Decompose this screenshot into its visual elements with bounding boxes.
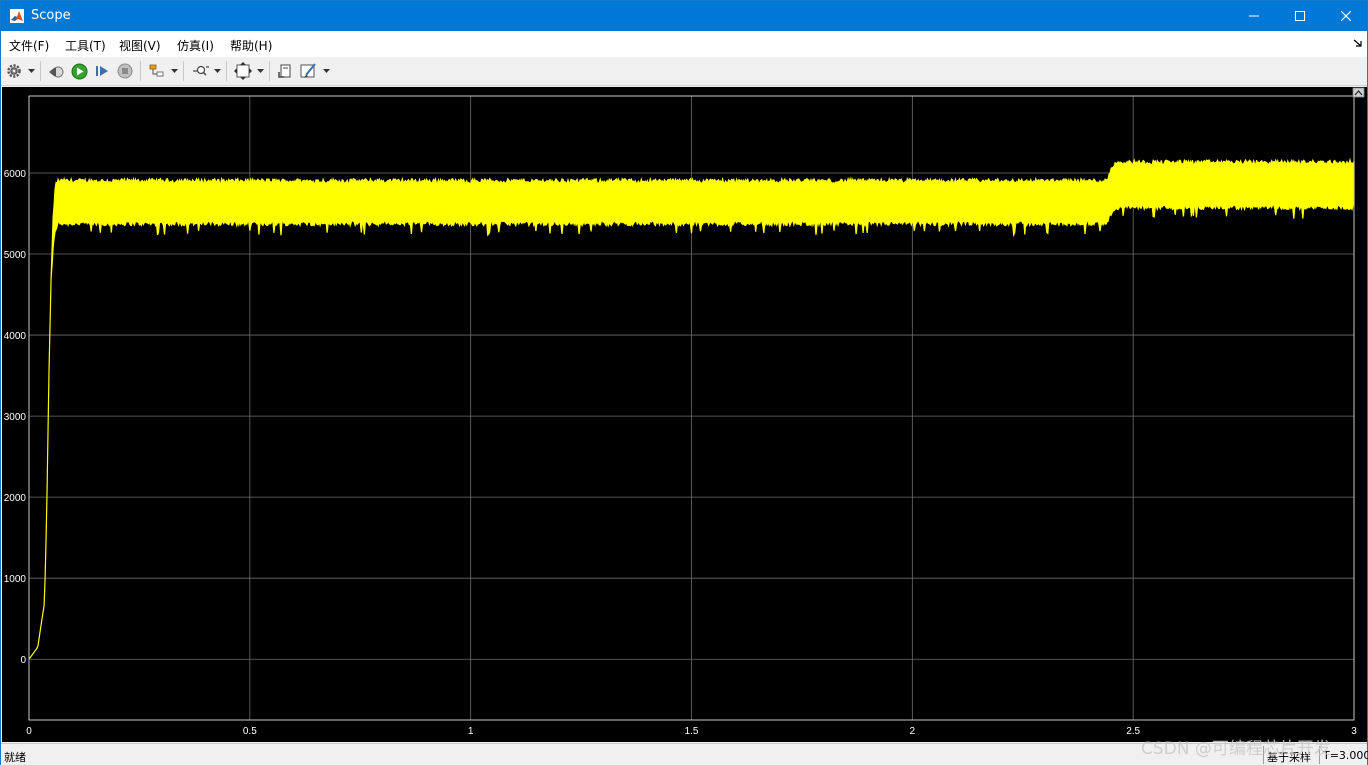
y-tick-label: 2000 bbox=[4, 493, 27, 504]
y-tick-label: 4000 bbox=[4, 331, 27, 342]
highlight-block-icon bbox=[149, 64, 163, 77]
chevron-down-icon[interactable] bbox=[171, 68, 178, 74]
watermark: CSDN @可编程芯片开发 bbox=[1141, 739, 1331, 759]
window-title: Scope bbox=[31, 8, 71, 23]
minimize-button[interactable] bbox=[1231, 1, 1277, 31]
restore-layout-icon bbox=[278, 64, 291, 78]
toolbar-separator bbox=[40, 61, 41, 81]
menu-tools[interactable]: 工具(T) bbox=[65, 37, 106, 54]
minimize-icon bbox=[1249, 15, 1259, 17]
stop-button[interactable] bbox=[115, 62, 135, 80]
zoom-button[interactable] bbox=[191, 62, 211, 80]
close-button[interactable] bbox=[1323, 1, 1368, 31]
menu-file[interactable]: 文件(F) bbox=[9, 37, 49, 54]
close-icon bbox=[1341, 11, 1351, 21]
settings-icon bbox=[7, 64, 21, 78]
step-back-button[interactable] bbox=[46, 62, 66, 80]
chevron-down-icon[interactable] bbox=[323, 68, 330, 74]
undock-arrow-icon[interactable] bbox=[1353, 38, 1363, 48]
y-tick-label: 0 bbox=[20, 655, 26, 666]
toolbar-separator bbox=[269, 61, 270, 81]
autoscale-icon bbox=[234, 62, 252, 80]
menu-bar: 文件(F) 工具(T) 视图(V) 仿真(I) 帮助(H) bbox=[1, 31, 1367, 57]
x-tick-label: 3 bbox=[1351, 726, 1357, 737]
x-tick-label: 0.5 bbox=[243, 726, 257, 737]
toolbar-separator bbox=[140, 61, 141, 81]
zoom-icon bbox=[193, 65, 209, 76]
chevron-down-icon[interactable] bbox=[28, 68, 35, 74]
maximize-button[interactable] bbox=[1277, 1, 1323, 31]
autoscale-button[interactable] bbox=[233, 62, 253, 80]
style-button[interactable] bbox=[299, 62, 319, 80]
step-back-icon bbox=[49, 66, 64, 78]
scope-plot-area[interactable]: 0 0.5 1 1.5 2 2.5 3 0 1000 2000 3000 4000 5000 6000 bbox=[2, 87, 1367, 742]
highlight-block-button[interactable] bbox=[147, 62, 167, 80]
run-icon bbox=[71, 63, 87, 79]
chevron-down-icon[interactable] bbox=[214, 68, 221, 74]
status-text: 就绪 bbox=[4, 751, 26, 764]
toolbar-separator bbox=[183, 61, 184, 81]
step-forward-icon bbox=[96, 66, 108, 76]
menu-view[interactable]: 视图(V) bbox=[119, 37, 161, 54]
stop-icon bbox=[117, 63, 133, 79]
y-tick-label: 5000 bbox=[4, 250, 27, 261]
settings-button[interactable] bbox=[4, 62, 24, 80]
style-icon bbox=[300, 63, 316, 78]
restore-layout-button[interactable] bbox=[275, 62, 295, 80]
menu-simulation[interactable]: 仿真(I) bbox=[177, 37, 214, 54]
y-tick-label: 6000 bbox=[4, 169, 27, 180]
x-tick-label: 2 bbox=[910, 726, 916, 737]
x-tick-label: 1 bbox=[468, 726, 474, 737]
scope-chart[interactable]: 0 0.5 1 1.5 2 2.5 3 0 1000 2000 3000 4000 5000 6000 bbox=[2, 87, 1367, 742]
title-bar[interactable]: Scope bbox=[1, 1, 1367, 31]
matlab-logo-icon bbox=[10, 9, 24, 23]
expand-button-frame bbox=[1352, 87, 1365, 98]
step-forward-button[interactable] bbox=[92, 62, 112, 80]
x-tick-label: 2.5 bbox=[1126, 726, 1140, 737]
expand-button[interactable] bbox=[1352, 87, 1365, 98]
toolbar bbox=[1, 57, 1367, 86]
maximize-icon bbox=[1295, 11, 1305, 21]
x-tick-label: 1.5 bbox=[685, 726, 699, 737]
run-button[interactable] bbox=[69, 62, 89, 80]
y-tick-label: 3000 bbox=[4, 412, 27, 423]
chevron-down-icon[interactable] bbox=[257, 68, 264, 74]
y-tick-label: 1000 bbox=[4, 574, 27, 585]
toolbar-separator bbox=[226, 61, 227, 81]
x-tick-label: 0 bbox=[26, 726, 32, 737]
menu-help[interactable]: 帮助(H) bbox=[230, 37, 272, 54]
scope-window: Scope 文件(F) 工具(T) 视图(V) 仿真(I) 帮助(H) 0 0.… bbox=[0, 0, 1368, 765]
